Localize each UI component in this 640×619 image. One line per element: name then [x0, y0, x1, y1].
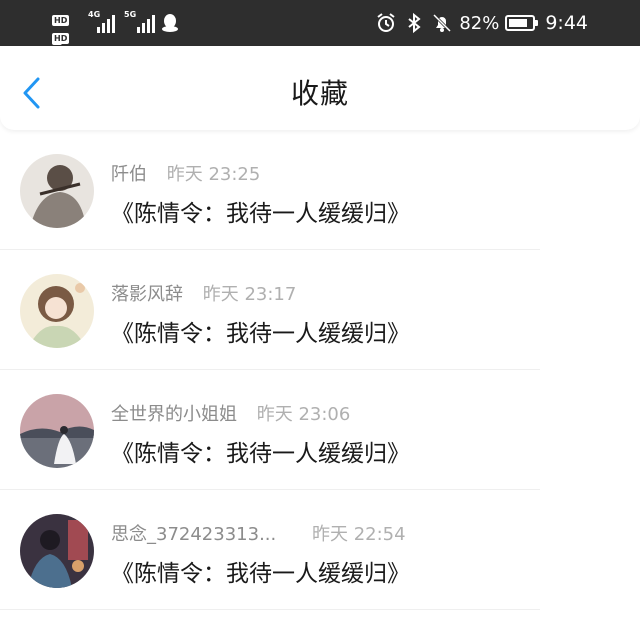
timestamp: 昨天 23:06	[256, 404, 351, 425]
list-item[interactable]: 阡伯 昨天 23:25 《陈情令：我待一人缓缓归》	[0, 130, 640, 250]
nav-bar: 收藏	[0, 46, 640, 130]
network-type-2: 5G	[124, 10, 137, 19]
divider	[0, 609, 540, 610]
user-name[interactable]: 阡伯	[111, 164, 147, 185]
timestamp: 昨天 23:25	[166, 164, 261, 185]
avatar[interactable]	[20, 514, 94, 588]
item-title[interactable]: 《陈情令：我待一人缓缓归》	[111, 314, 410, 348]
item-meta: 落影风辞 昨天 23:17	[111, 280, 296, 306]
status-right: 82% 9:44	[375, 0, 588, 46]
status-bar: HD 1 HD 2 4G 5G	[0, 0, 640, 63]
alarm-icon	[377, 13, 395, 32]
battery-percent: 82%	[459, 12, 500, 34]
avatar[interactable]	[20, 394, 94, 468]
battery-icon	[505, 15, 539, 31]
hd-label: HD	[52, 15, 70, 26]
avatar[interactable]	[20, 274, 94, 348]
item-meta: 思念_372423313... 昨天 22:54	[111, 520, 406, 546]
item-meta: 全世界的小姐姐 昨天 23:06	[111, 400, 350, 426]
avatar[interactable]	[20, 154, 94, 228]
page-title: 收藏	[290, 77, 349, 110]
signal-icon	[137, 15, 155, 33]
item-title[interactable]: 《陈情令：我待一人缓缓归》	[111, 554, 410, 588]
list-item[interactable]: 全世界的小姐姐 昨天 23:06 《陈情令：我待一人缓缓归》	[0, 370, 640, 490]
item-title[interactable]: 《陈情令：我待一人缓缓归》	[111, 194, 410, 228]
timestamp: 昨天 23:17	[202, 284, 297, 305]
user-name[interactable]: 思念_372423313...	[111, 524, 276, 545]
list-item[interactable]: 落影风辞 昨天 23:17 《陈情令：我待一人缓缓归》	[0, 250, 640, 370]
bluetooth-icon	[408, 12, 421, 34]
hd-label: HD	[52, 33, 70, 44]
item-meta: 阡伯 昨天 23:25	[111, 160, 260, 186]
bell-off-icon	[433, 13, 452, 33]
list-item[interactable]: 思念_372423313... 昨天 22:54 《陈情令：我待一人缓缓归》	[0, 490, 640, 610]
item-title[interactable]: 《陈情令：我待一人缓缓归》	[111, 434, 410, 468]
clock: 9:44	[545, 12, 588, 34]
timestamp: 昨天 22:54	[311, 524, 406, 545]
user-name[interactable]: 落影风辞	[111, 284, 183, 305]
battery-level	[509, 19, 528, 27]
qq-icon	[162, 14, 178, 32]
signal-icon	[97, 15, 115, 33]
user-name[interactable]: 全世界的小姐姐	[111, 404, 237, 425]
